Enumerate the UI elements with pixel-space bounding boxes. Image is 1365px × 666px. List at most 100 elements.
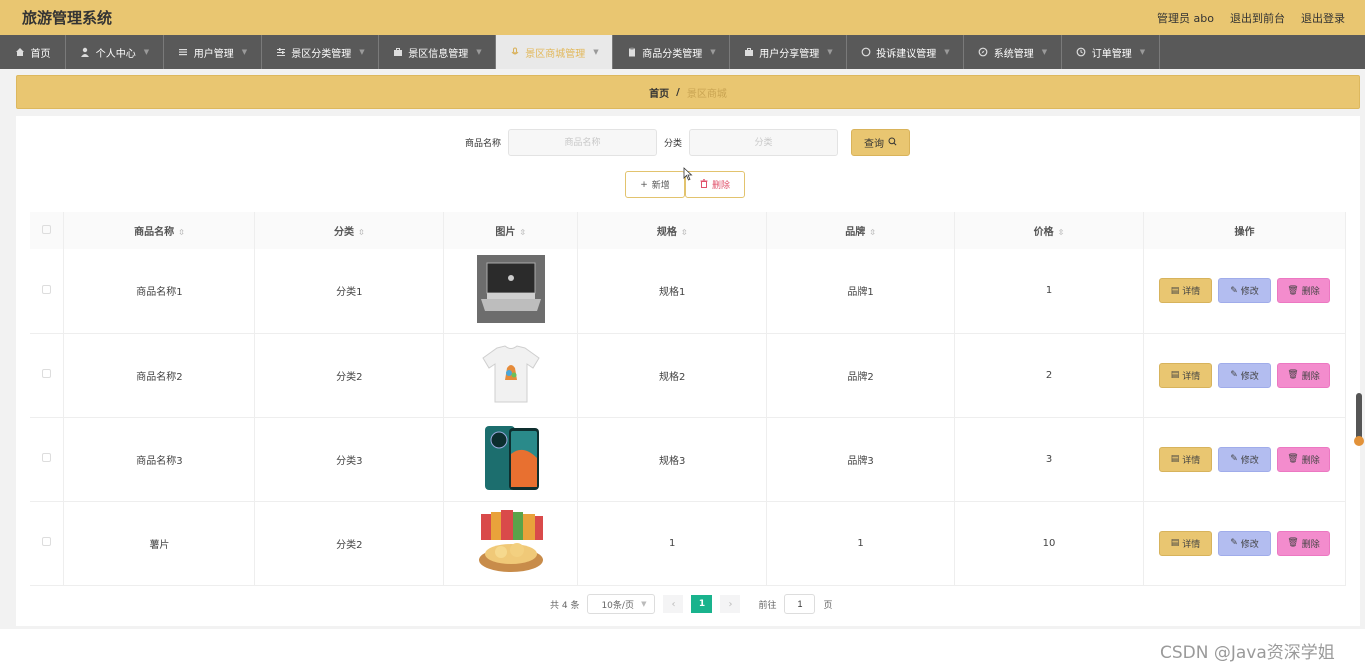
col-header-spec[interactable]: 规格 ⇳ (577, 212, 768, 249)
row-checkbox[interactable] (42, 369, 52, 378)
col-header-price[interactable]: 价格 ⇳ (954, 212, 1144, 249)
breadcrumb-home[interactable]: 首页 (649, 85, 669, 100)
detail-button[interactable]: ▤ 详情 (1158, 446, 1212, 472)
cell-actions: ▤ 详情 ✎ 修改 🗑 删除 (1143, 417, 1347, 502)
col-header-actions: 操作 (1143, 212, 1347, 249)
nav-item-user-share[interactable]: 用户分享管理 ▼ (730, 35, 847, 69)
mic-icon (509, 47, 520, 58)
table-row: 商品名称1 分类1 规格1 品牌1 1 ▤ 详情 ✎ 修改 🗑 删除 (30, 249, 1347, 334)
edit-label: 修改 (1240, 455, 1259, 466)
pencil-icon: ✎ (1230, 454, 1238, 464)
nav-item-scenic-category[interactable]: 景区分类管理 ▼ (262, 35, 379, 69)
nav-item-home[interactable]: 首页 (0, 35, 66, 69)
breadcrumb: 首页 / 景区商城 (16, 75, 1360, 109)
sort-icon: ⇳ (680, 228, 688, 237)
nav-item-system[interactable]: 系统管理 ▼ (964, 35, 1062, 69)
edit-button[interactable]: ✎ 修改 (1217, 530, 1271, 556)
query-label: 查询 (864, 139, 885, 150)
nav-label: 景区分类管理 (291, 48, 352, 60)
delete-button[interactable]: 🗑 删除 (1276, 278, 1330, 304)
category-input[interactable] (689, 129, 839, 156)
nav-item-complaints[interactable]: 投诉建议管理 ▼ (847, 35, 964, 69)
cell-spec: 1 (577, 501, 768, 586)
page-size-value: 10条/页 (601, 600, 634, 611)
breadcrumb-separator: / (676, 86, 680, 98)
briefcase-icon (392, 47, 403, 58)
col-header-image[interactable]: 图片 ⇳ (443, 212, 579, 249)
delete-label: 删除 (1301, 287, 1320, 298)
nav-item-product-category[interactable]: 商品分类管理 ▼ (613, 35, 730, 69)
col-header-category[interactable]: 分类 ⇳ (254, 212, 445, 249)
row-select-cell (30, 249, 65, 334)
cell-brand: 品牌3 (766, 417, 956, 502)
detail-button[interactable]: ▤ 详情 (1158, 530, 1212, 556)
page-suffix: 页 (823, 600, 833, 611)
plus-icon: + (640, 179, 648, 190)
scroll-knob-icon[interactable] (1354, 436, 1364, 446)
chevron-down-icon: ▼ (143, 48, 150, 56)
col-header-name[interactable]: 商品名称 ⇳ (63, 212, 256, 249)
edit-label: 修改 (1240, 371, 1259, 382)
edit-button[interactable]: ✎ 修改 (1217, 362, 1271, 388)
search-icon (888, 136, 897, 149)
edit-button[interactable]: ✎ 修改 (1217, 278, 1271, 304)
delete-button[interactable]: 🗑 删除 (1276, 530, 1330, 556)
page-number-active[interactable]: 1 (691, 595, 713, 613)
product-name-input[interactable] (508, 129, 658, 156)
query-button[interactable]: 查询 (851, 129, 911, 156)
column-label: 操作 (1234, 227, 1255, 238)
nav-item-profile[interactable]: 个人中心 ▼ (66, 35, 164, 69)
sliders-icon (275, 47, 286, 58)
document-icon: ▤ (1170, 538, 1180, 548)
cell-category: 分类2 (254, 333, 445, 418)
add-button[interactable]: + 新增 (625, 171, 685, 198)
top-links: 管理员 abo 退出到前台 退出登录 (1157, 10, 1345, 26)
row-checkbox[interactable] (42, 284, 52, 294)
detail-button[interactable]: ▤ 详情 (1158, 278, 1212, 304)
logout-link[interactable]: 退出登录 (1301, 10, 1345, 26)
nav-item-scenic-mall[interactable]: 景区商城管理 ▼ (496, 35, 613, 69)
list-icon (178, 47, 189, 58)
nav-item-orders[interactable]: 订单管理 ▼ (1062, 35, 1160, 69)
cell-image (443, 249, 579, 334)
nav-item-scenic-info[interactable]: 景区信息管理 ▼ (379, 35, 496, 69)
cell-price: 10 (954, 501, 1144, 586)
pagination: 共 4 条 10条/页 ▼ ‹ 1 › 前往 页 (550, 594, 832, 614)
tshirt-image (476, 339, 545, 408)
page-size-select[interactable]: 10条/页 ▼ (587, 594, 656, 614)
col-header-brand[interactable]: 品牌 ⇳ (766, 212, 956, 249)
detail-button[interactable]: ▤ 详情 (1158, 362, 1212, 388)
total-count: 共 4 条 (550, 600, 580, 611)
row-checkbox[interactable] (42, 453, 52, 462)
batch-delete-button[interactable]: 删除 (685, 171, 745, 198)
row-select-cell (30, 333, 65, 418)
chevron-down-icon: ▼ (359, 48, 365, 56)
row-checkbox[interactable] (42, 537, 52, 546)
chips-image (476, 507, 545, 576)
category-label: 分类 (664, 139, 683, 149)
next-page-button[interactable]: › (720, 595, 741, 613)
user-icon (80, 47, 91, 58)
nav-label: 投诉建议管理 (876, 48, 937, 60)
edit-button[interactable]: ✎ 修改 (1217, 446, 1271, 472)
cell-category: 分类3 (254, 417, 445, 502)
goto-page-input[interactable] (784, 594, 816, 614)
nav-label: 景区信息管理 (408, 48, 469, 60)
cell-brand: 品牌2 (766, 333, 956, 418)
delete-button[interactable]: 🗑 删除 (1276, 446, 1330, 472)
cell-price: 1 (954, 249, 1144, 334)
nav-item-users[interactable]: 用户管理 ▼ (164, 35, 262, 69)
watermark: CSDN @Java资深学姐 (1160, 643, 1335, 663)
mouse-cursor-icon (683, 167, 693, 181)
cell-category: 分类1 (254, 249, 445, 334)
product-table: 商品名称 ⇳ 分类 ⇳ 图片 ⇳ 规格 ⇳ 品牌 ⇳ 价格 ⇳ 操作 商品名称1 分类1 规… (30, 212, 1347, 586)
cell-spec: 规格1 (577, 249, 768, 334)
select-all-checkbox[interactable] (42, 224, 52, 234)
nav-label: 商品分类管理 (642, 48, 703, 60)
delete-button[interactable]: 🗑 删除 (1276, 362, 1330, 388)
goto-label: 前往 (758, 600, 777, 611)
to-frontend-link[interactable]: 退出到前台 (1230, 10, 1285, 26)
cell-actions: ▤ 详情 ✎ 修改 🗑 删除 (1143, 249, 1347, 334)
prev-page-button[interactable]: ‹ (663, 595, 684, 613)
chevron-down-icon: ▼ (241, 48, 248, 56)
